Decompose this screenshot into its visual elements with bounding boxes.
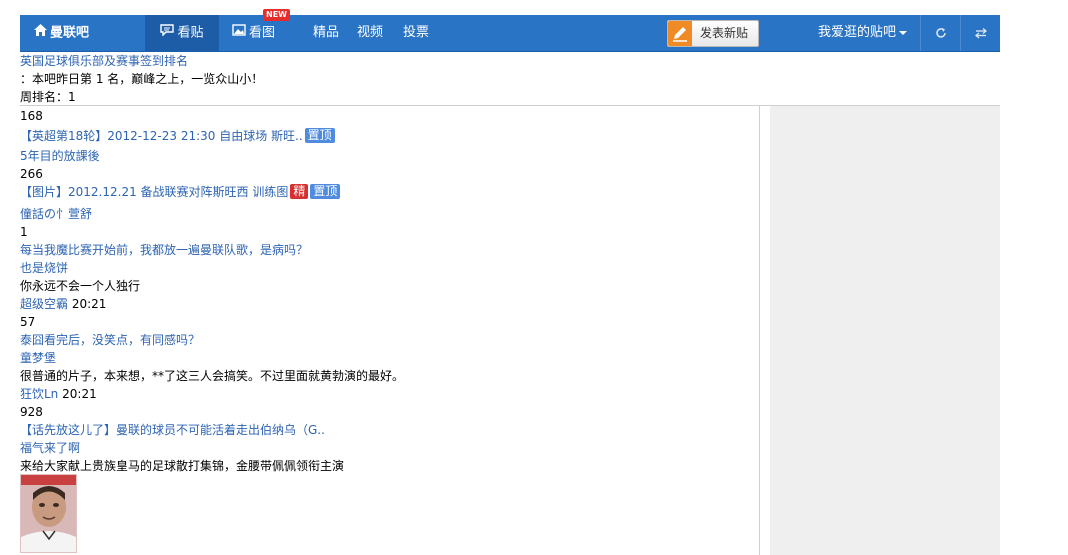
refresh-icon [935, 25, 947, 41]
featured-badge: 精 [290, 184, 309, 199]
thread-title-link[interactable]: 【图片】2012.12.21 备战联赛对阵斯旺西 训练图 [20, 185, 288, 199]
nav-home-link[interactable]: 曼联吧 [34, 15, 89, 51]
reply-count: 928 [20, 405, 43, 419]
tab-view-posts-label: 看贴 [177, 25, 204, 41]
thread-title-link[interactable]: 泰囧看完后，没笑点，有同感吗？ [20, 332, 200, 349]
pinned-badge: 置顶 [310, 184, 341, 199]
last-reply-user-link[interactable]: 狂饮Ln [20, 387, 58, 401]
new-post-button[interactable]: 发表新贴 [667, 20, 759, 47]
thread-title-link[interactable]: 【话先放这儿了】曼联的球员不可能活着走出伯纳乌（G.. [20, 422, 325, 439]
speech-bubble-icon [160, 15, 175, 51]
thread-preview-text: 来给大家献上贵族皇马的足球散打集锦，金腰带佩佩领衔主演 [20, 459, 345, 473]
thread-preview-text: 你永远不会一个人独行 [20, 279, 141, 293]
weekly-rank-text: 周排名：1 [20, 90, 76, 104]
tab-view-images-label: 看图 [249, 25, 276, 41]
nav-videos-link[interactable]: 视频 [357, 15, 383, 51]
last-reply-info: 超级空霸 20:21 [20, 296, 106, 313]
thread-item: 【图片】2012.12.21 备战联赛对阵斯旺西 训练图精置顶 [20, 184, 341, 201]
nav-home-label: 曼联吧 [50, 25, 90, 41]
sign-in-ranking-link[interactable]: 英国足球俱乐部及赛事签到排名 [20, 53, 188, 70]
thread-author-link[interactable]: 5年目的放課後 [20, 148, 100, 165]
thread-preview-text: 很普通的片子，本来想，**了这三人会搞笑。不过里面就黄勃演的最好。 [20, 369, 405, 383]
tab-view-posts[interactable]: 看贴 [145, 15, 219, 51]
right-sidebar [770, 106, 1000, 555]
thread-author-link[interactable]: 福气来了啊 [20, 440, 80, 457]
refresh-button[interactable] [920, 15, 961, 51]
pencil-icon [668, 21, 692, 46]
new-post-label: 发表新贴 [700, 26, 749, 40]
pinned-badge: 置顶 [304, 128, 335, 143]
thread-author-link[interactable]: 也是烧饼 [20, 260, 68, 277]
last-reply-time: 20:21 [62, 387, 97, 401]
last-reply-user-link[interactable]: 超级空霸 [20, 297, 68, 311]
image-icon [232, 15, 246, 51]
thread-item: 【英超第18轮】2012-12-23 21:30 自由球场 斯旺.. 置顶 [20, 128, 335, 145]
reply-count: 1 [20, 225, 28, 239]
nav-polls-link[interactable]: 投票 [403, 15, 429, 51]
reply-count: 168 [20, 109, 43, 123]
home-icon [34, 15, 47, 51]
thread-thumbnail-image[interactable] [20, 474, 77, 553]
thread-title-link[interactable]: 【英超第18轮】2012-12-23 21:30 自由球场 斯旺.. [20, 129, 303, 143]
last-reply-info: 狂饮Ln 20:21 [20, 386, 97, 403]
yesterday-rank-text: ：本吧昨日第 1 名，巅峰之上，一览众山小！ [20, 72, 264, 86]
last-reply-time: 20:21 [71, 297, 107, 311]
switch-button[interactable] [960, 15, 1001, 51]
thread-author-link[interactable]: 僮話の忄萱舒 [20, 206, 92, 223]
thread-title-link[interactable]: 每当我魔比赛开始前，我都放一遍曼联队歌，是病吗？ [20, 242, 308, 259]
reply-count: 57 [20, 315, 36, 329]
nav-featured-link[interactable]: 精品 [313, 15, 339, 51]
favorite-bars-label: 我爱逛的贴吧 [818, 25, 897, 40]
chevron-down-icon [899, 30, 908, 35]
top-navigation-bar: 曼联吧 看贴 看图 NEW 精品 视频 投票 发表新贴 我爱逛的贴吧 [20, 9, 1001, 52]
reply-count: 266 [20, 167, 43, 181]
new-badge: NEW [263, 9, 290, 21]
swap-arrows-icon [974, 25, 988, 41]
favorite-bars-dropdown[interactable]: 我爱逛的贴吧 [818, 15, 908, 51]
thread-author-link[interactable]: 童梦堡 [20, 350, 56, 367]
content-divider [759, 106, 760, 555]
